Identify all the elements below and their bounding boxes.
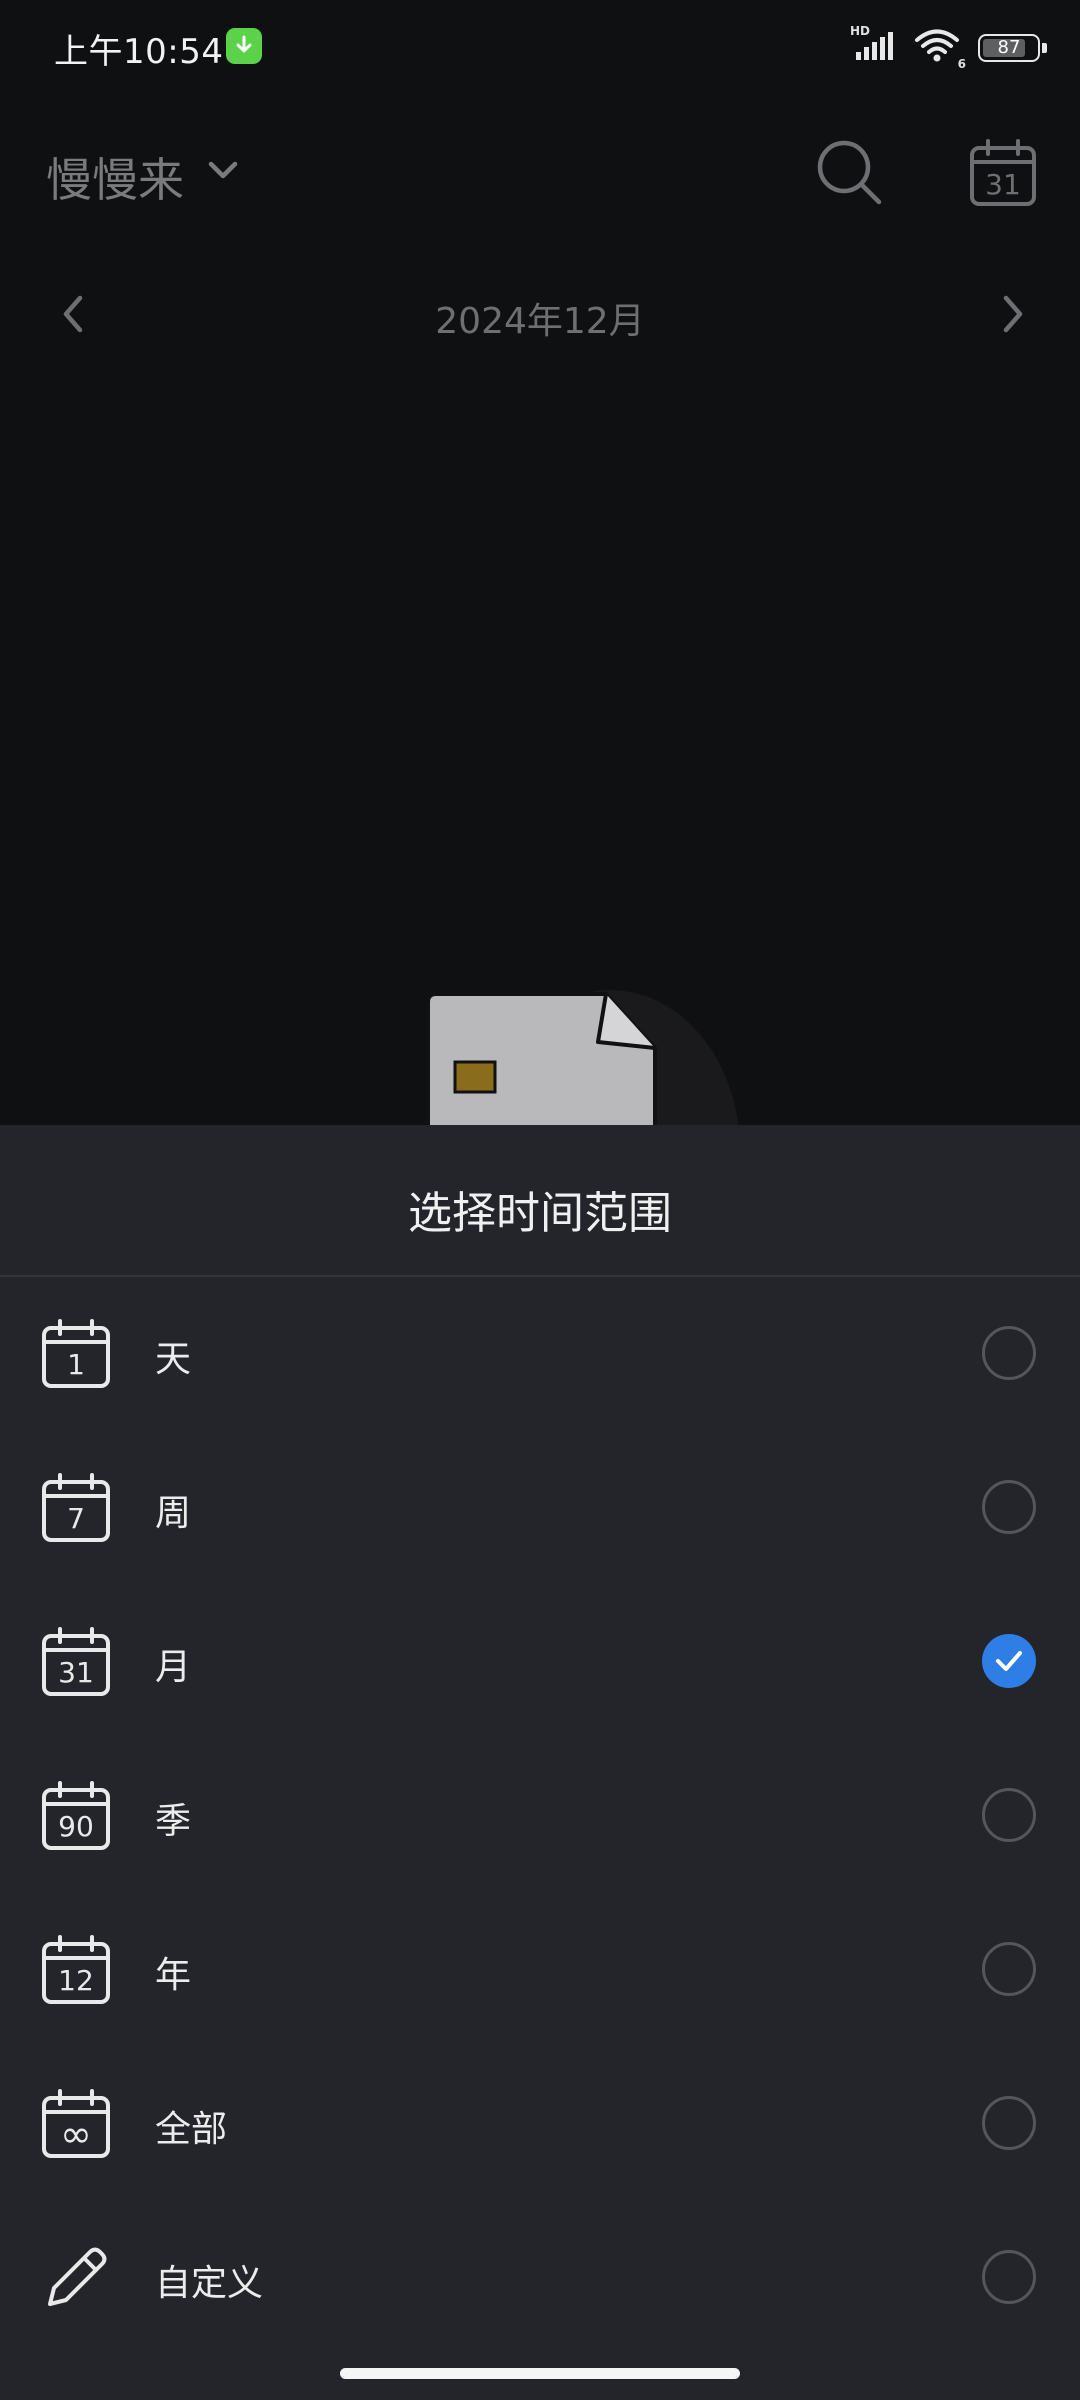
calendar-icon-number: 90 — [58, 1810, 94, 1843]
battery-level: 87 — [997, 37, 1021, 58]
chevron-down-icon[interactable] — [205, 156, 241, 184]
radio-button[interactable] — [982, 1480, 1036, 1534]
calendar-quarter-icon: 90 — [40, 1780, 112, 1852]
calendar-week-icon: 7 — [40, 1472, 112, 1544]
radio-button[interactable] — [982, 1942, 1036, 1996]
wifi-icon: 6 — [914, 29, 966, 71]
battery-icon: 87 — [978, 34, 1047, 62]
status-time: 上午10:54 — [54, 32, 224, 72]
time-range-sheet: 选择时间范围 1 天 7 周 31 月 90 季 12 年 ∞ 全部 自定义 — [0, 1125, 1080, 2400]
next-month-icon[interactable] — [998, 294, 1028, 334]
pencil-icon — [48, 2247, 107, 2306]
option-label: 自定义 — [155, 2263, 264, 2304]
account-selector[interactable]: 慢慢来 — [46, 144, 184, 210]
calendar-icon-number: 1 — [67, 1348, 85, 1381]
calendar-icon[interactable]: 31 — [968, 138, 1038, 208]
option-day[interactable]: 1 天 — [0, 1278, 1080, 1432]
sheet-title: 选择时间范围 — [408, 1188, 672, 1239]
calendar-infinity-icon: ∞ — [40, 2088, 112, 2160]
option-label: 季 — [155, 1801, 192, 1842]
empty-state-illustration — [426, 990, 739, 1130]
option-month[interactable]: 31 月 — [0, 1586, 1080, 1740]
option-label: 年 — [155, 1955, 192, 1996]
month-label: 2024年12月 — [435, 301, 645, 342]
option-custom[interactable]: 自定义 — [0, 2202, 1080, 2356]
calendar-day-label: 31 — [985, 168, 1021, 201]
option-year[interactable]: 12 年 — [0, 1894, 1080, 2048]
network-type-label: HD — [850, 24, 871, 38]
radio-button[interactable] — [982, 2096, 1036, 2150]
option-label: 月 — [155, 1647, 192, 1688]
checkmark-icon — [996, 1651, 1022, 1671]
option-label: 天 — [155, 1339, 192, 1380]
download-notification-icon — [226, 28, 262, 64]
month-navigator: 2024年12月 — [0, 280, 1080, 350]
calendar-day-icon: 1 — [40, 1318, 112, 1390]
option-quarter[interactable]: 90 季 — [0, 1740, 1080, 1894]
calendar-year-icon: 12 — [40, 1934, 112, 2006]
status-bar: 上午10:54 HD 6 87 — [0, 0, 1080, 100]
radio-button[interactable] — [982, 1788, 1036, 1842]
radio-button[interactable] — [982, 2250, 1036, 2304]
calendar-icon-number: ∞ — [60, 2112, 92, 2156]
divider — [0, 1275, 1080, 1277]
option-label: 全部 — [155, 2109, 228, 2150]
search-icon[interactable] — [813, 136, 885, 208]
wifi-band-label: 6 — [957, 57, 966, 71]
option-label: 周 — [155, 1493, 192, 1534]
calendar-icon-number: 12 — [58, 1964, 94, 1997]
calendar-month-icon: 31 — [40, 1626, 112, 1698]
radio-button[interactable] — [982, 1326, 1036, 1380]
option-all[interactable]: ∞ 全部 — [0, 2048, 1080, 2202]
calendar-icon-number: 7 — [67, 1502, 85, 1535]
app-header: 慢慢来 31 — [0, 120, 1080, 230]
radio-button-checked[interactable] — [982, 1634, 1036, 1688]
cell-signal-icon: HD — [850, 24, 896, 66]
calendar-icon-number: 31 — [58, 1656, 94, 1689]
option-week[interactable]: 7 周 — [0, 1432, 1080, 1586]
home-indicator[interactable] — [340, 2368, 740, 2379]
